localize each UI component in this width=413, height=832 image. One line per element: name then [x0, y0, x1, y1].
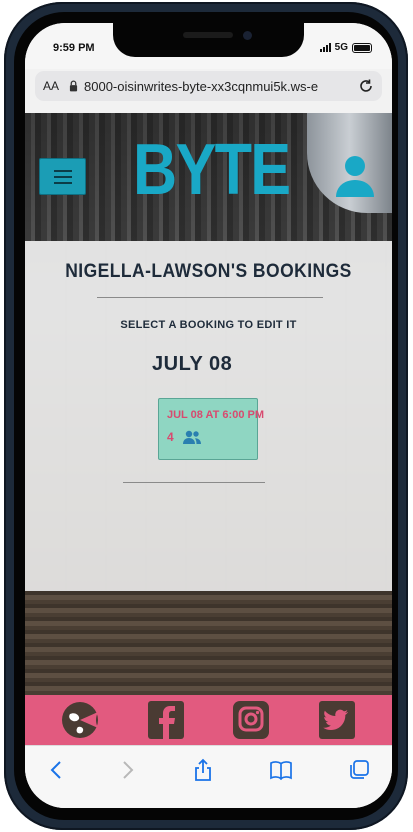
speaker-grille	[183, 32, 233, 38]
booking-guest-count: 4	[167, 430, 174, 444]
status-time: 9:59 PM	[53, 42, 95, 54]
url-text[interactable]: 8000-oisinwrites-byte-xx3cqnmui5k.ws-e	[84, 79, 352, 94]
share-icon[interactable]	[191, 758, 215, 782]
floor-background	[25, 591, 392, 695]
phone-screen: 9:59 PM 5G AA 8000-oisinwrites-byte-xx3c…	[25, 23, 392, 808]
bookings-panel: NIGELLA-LAWSON'S BOOKINGS SELECT A BOOKI…	[25, 241, 392, 591]
divider	[97, 297, 323, 298]
bookmarks-icon[interactable]	[269, 758, 293, 782]
network-label: 5G	[334, 42, 348, 53]
forward-icon[interactable]	[115, 758, 139, 782]
text-size-button[interactable]: AA	[43, 79, 59, 93]
hamburger-menu-button[interactable]	[39, 158, 86, 195]
pacman-globe-icon[interactable]	[58, 700, 102, 740]
user-account-icon[interactable]	[334, 154, 376, 198]
address-bar[interactable]: AA 8000-oisinwrites-byte-xx3cqnmui5k.ws-…	[35, 71, 382, 101]
site-logo[interactable]: BYTE	[133, 127, 291, 213]
signal-icon	[319, 43, 331, 52]
header-banner: BYTE	[25, 113, 392, 241]
users-icon	[183, 430, 201, 444]
footer-social-bar	[25, 695, 392, 745]
back-icon[interactable]	[45, 758, 69, 782]
lock-icon	[69, 80, 78, 92]
page-subtitle: SELECT A BOOKING TO EDIT IT	[120, 319, 297, 331]
status-right: 5G	[319, 42, 372, 53]
front-camera	[243, 31, 252, 40]
booking-date-heading: JULY 08	[152, 353, 233, 375]
instagram-icon[interactable]	[229, 700, 273, 740]
reload-icon[interactable]	[358, 78, 374, 94]
web-page: BYTE NIGELLA-LAWSON'S BOOKINGS SELECT A …	[25, 113, 392, 745]
tabs-icon[interactable]	[347, 758, 371, 782]
battery-icon	[352, 42, 372, 53]
booking-datetime: JUL 08 AT 6:00 PM	[167, 409, 264, 421]
browser-toolbar	[25, 745, 392, 808]
facebook-icon[interactable]	[144, 700, 188, 740]
twitter-icon[interactable]	[315, 700, 359, 740]
page-title: NIGELLA-LAWSON'S BOOKINGS	[65, 261, 352, 282]
phone-notch	[113, 23, 304, 57]
booking-card[interactable]: JUL 08 AT 6:00 PM 4	[158, 398, 264, 460]
divider	[123, 482, 265, 483]
